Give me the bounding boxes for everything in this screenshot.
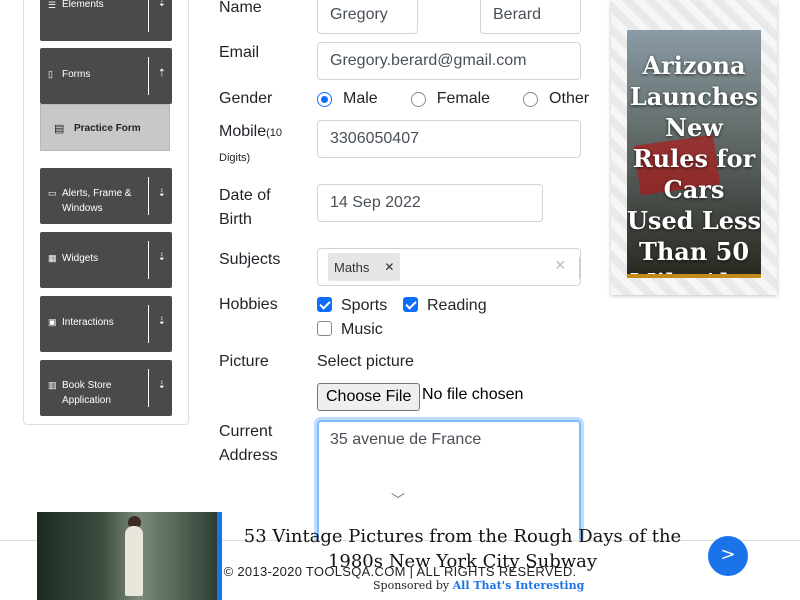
- mobile-input[interactable]: [317, 120, 581, 158]
- dob-label-line1: Date of: [219, 187, 271, 204]
- first-name-input[interactable]: [317, 0, 418, 34]
- email-input[interactable]: [317, 42, 581, 80]
- divider: [579, 257, 580, 279]
- collapse-arrow-icon: ⇣: [157, 316, 166, 327]
- sidebar-group-forms[interactable]: ▯ Forms ⇡: [40, 48, 172, 104]
- collapse-arrow-icon: ⇣: [157, 380, 166, 391]
- collapse-arrow-icon: ⇣: [157, 252, 166, 263]
- sidebar-item-label: Practice Form: [74, 123, 141, 134]
- chart-icon: ▥: [48, 380, 57, 390]
- sponsor-line: Sponsored by All That's Interesting: [373, 579, 584, 592]
- sidebar-group-label: Widgets: [62, 253, 99, 264]
- dob-label: Date of Birth: [219, 184, 271, 232]
- dob-input[interactable]: [317, 184, 543, 222]
- box-icon: ▣: [48, 317, 57, 327]
- address-label: Current Address: [219, 420, 278, 468]
- subjects-label: Subjects: [219, 251, 281, 268]
- advertisement[interactable]: Arizona Launches New Rules for Cars Used…: [611, 0, 777, 295]
- hobby-music-label[interactable]: Music: [341, 321, 383, 338]
- hobby-reading-label[interactable]: Reading: [427, 297, 487, 314]
- banner-image[interactable]: [37, 512, 222, 600]
- name-label: Name: [219, 0, 262, 16]
- window-icon: ▭: [48, 188, 57, 198]
- hobby-reading-checkbox[interactable]: [403, 297, 418, 312]
- next-button[interactable]: >: [708, 536, 748, 576]
- hamburger-icon: ☰: [48, 0, 57, 10]
- divider: [148, 241, 149, 279]
- mobile-label: Mobile(10 Digits): [219, 120, 309, 170]
- email-label: Email: [219, 44, 260, 61]
- clear-subjects-icon[interactable]: ×: [555, 255, 566, 276]
- address-label-line2: Address: [219, 447, 278, 464]
- divider: [148, 0, 149, 32]
- divider: [148, 369, 149, 407]
- hobby-sports-checkbox[interactable]: [317, 297, 332, 312]
- sidebar-group-label: Interactions: [62, 317, 114, 328]
- sidebar-group-label: Forms: [62, 69, 91, 80]
- sidebar-group-label: Alerts, Frame & Windows: [62, 188, 132, 214]
- gender-label: Gender: [219, 90, 273, 107]
- sponsor-link[interactable]: All That's Interesting: [453, 579, 585, 592]
- banner-photo-person: [125, 526, 143, 596]
- hobbies-label: Hobbies: [219, 296, 278, 313]
- address-label-line1: Current: [219, 423, 273, 440]
- sidebar-group-book-store[interactable]: ▥ Book Store Application ⇣: [40, 360, 172, 416]
- sidebar-group-elements[interactable]: ☰ Elements ⇣: [40, 0, 172, 41]
- remove-subject-icon[interactable]: ✕: [378, 253, 400, 281]
- gender-other-label[interactable]: Other: [549, 90, 589, 108]
- last-name-input[interactable]: [480, 0, 581, 34]
- divider: [148, 57, 149, 95]
- divider: [148, 305, 149, 343]
- expand-arrow-icon: ⇡: [157, 68, 166, 79]
- mobile-label-text: Mobile: [219, 123, 267, 140]
- gender-female-label[interactable]: Female: [437, 90, 490, 108]
- divider: [148, 177, 149, 215]
- hobby-music-checkbox[interactable]: [317, 321, 332, 336]
- dob-label-line2: Birth: [219, 211, 252, 228]
- picture-label: Picture: [219, 353, 269, 370]
- subject-chip: Maths ✕: [328, 253, 401, 281]
- left-sidebar: ☰ Elements ⇣ ▯ Forms ⇡ ▤ Practice Form ▭…: [23, 0, 189, 425]
- subject-chip-label: Maths: [334, 259, 370, 275]
- document-list-icon: ▤: [54, 123, 65, 135]
- sponsored-by-text: Sponsored by: [373, 579, 450, 592]
- collapse-arrow-icon: ⇣: [157, 188, 166, 199]
- sidebar-group-label: Elements: [62, 0, 104, 10]
- sidebar-group-interactions[interactable]: ▣ Interactions ⇣: [40, 296, 172, 352]
- sidebar-item-practice-form[interactable]: ▤ Practice Form: [40, 104, 170, 151]
- ad-image[interactable]: Arizona Launches New Rules for Cars Used…: [627, 30, 761, 278]
- hobby-sports[interactable]: Sports: [317, 297, 387, 315]
- grid-icon: ▦: [48, 253, 57, 263]
- subjects-input[interactable]: Maths ✕ ×: [317, 248, 581, 286]
- select-picture-label: Select picture: [317, 353, 414, 370]
- sidebar-group-alerts[interactable]: ▭ Alerts, Frame & Windows ⇣: [40, 168, 172, 224]
- chevron-down-icon: ﹀: [391, 492, 405, 508]
- hobby-sports-label[interactable]: Sports: [341, 297, 387, 314]
- banner-accent-strip: [217, 512, 222, 600]
- gender-other-radio[interactable]: [523, 91, 539, 107]
- file-status: No file chosen: [422, 386, 524, 403]
- sidebar-group-label: Book Store Application: [62, 380, 112, 406]
- ad-headline[interactable]: Arizona Launches New Rules for Cars Used…: [627, 50, 761, 274]
- gender-female-radio[interactable]: [410, 91, 426, 107]
- sidebar-group-widgets[interactable]: ▦ Widgets ⇣: [40, 232, 172, 288]
- collapse-arrow-icon: ⇣: [157, 0, 166, 9]
- hobby-reading[interactable]: Reading: [403, 297, 487, 315]
- gender-male-label[interactable]: Male: [343, 90, 378, 108]
- gender-male-radio[interactable]: [317, 91, 332, 107]
- choose-file-button[interactable]: Choose File: [317, 383, 421, 411]
- document-icon: ▯: [48, 69, 53, 79]
- banner-title[interactable]: 53 Vintage Pictures from the Rough Days …: [240, 524, 685, 574]
- hobby-music[interactable]: Music: [317, 321, 383, 339]
- gender-radio-group: Male Female Other: [317, 90, 589, 108]
